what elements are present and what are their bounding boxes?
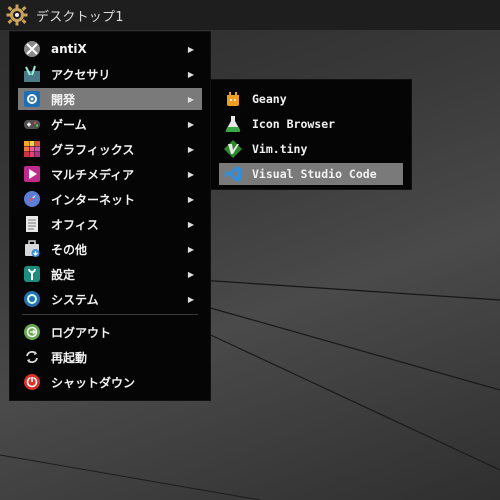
menu-item-shutdown[interactable]: シャットダウン bbox=[18, 371, 202, 393]
chevron-right-icon: ▶ bbox=[187, 219, 195, 229]
reboot-icon bbox=[23, 348, 41, 366]
development-icon bbox=[23, 90, 41, 108]
chevron-right-icon: ▶ bbox=[187, 144, 195, 154]
menu-item-office[interactable]: オフィス ▶ bbox=[18, 213, 202, 235]
icon-browser-icon bbox=[224, 115, 242, 133]
main-menu: antiX ▶ アクセサリ ▶ 開発 ▶ ゲーム ▶ グラフィックス ▶ マルチ bbox=[10, 32, 210, 400]
system-icon bbox=[23, 290, 41, 308]
chevron-right-icon: ▶ bbox=[187, 194, 195, 204]
logout-icon bbox=[23, 323, 41, 341]
chevron-right-icon: ▶ bbox=[187, 44, 195, 54]
settings-icon bbox=[23, 265, 41, 283]
menu-item-logout[interactable]: ログアウト bbox=[18, 321, 202, 343]
other-icon bbox=[23, 240, 41, 258]
menu-item-multimedia[interactable]: マルチメディア ▶ bbox=[18, 163, 202, 185]
shutdown-icon bbox=[23, 373, 41, 391]
chevron-right-icon: ▶ bbox=[187, 244, 195, 254]
chevron-right-icon: ▶ bbox=[187, 119, 195, 129]
chevron-right-icon: ▶ bbox=[187, 169, 195, 179]
submenu-item-vim[interactable]: Vim.tiny bbox=[219, 138, 403, 160]
multimedia-icon bbox=[23, 165, 41, 183]
menu-item-graphics[interactable]: グラフィックス ▶ bbox=[18, 138, 202, 160]
antix-gear-logo-icon[interactable] bbox=[4, 2, 30, 28]
geany-icon bbox=[224, 90, 242, 108]
top-bar: デスクトップ1 bbox=[0, 0, 500, 30]
accessories-icon bbox=[23, 65, 41, 83]
menu-item-settings[interactable]: 設定 ▶ bbox=[18, 263, 202, 285]
desktop-title: デスクトップ1 bbox=[36, 9, 124, 25]
menu-item-antix[interactable]: antiX ▶ bbox=[18, 38, 202, 60]
menu-item-other[interactable]: その他 ▶ bbox=[18, 238, 202, 260]
gamepad-icon bbox=[23, 115, 41, 133]
menu-item-system[interactable]: システム ▶ bbox=[18, 288, 202, 310]
chevron-right-icon: ▶ bbox=[187, 69, 195, 79]
menu-item-games[interactable]: ゲーム ▶ bbox=[18, 113, 202, 135]
development-submenu: Geany Icon Browser Vim.tiny Visual Studi… bbox=[211, 80, 411, 189]
menu-item-internet[interactable]: インターネット ▶ bbox=[18, 188, 202, 210]
chevron-right-icon: ▶ bbox=[187, 294, 195, 304]
menu-separator bbox=[22, 314, 198, 315]
antix-icon bbox=[23, 40, 41, 58]
submenu-item-vscode[interactable]: Visual Studio Code bbox=[219, 163, 403, 185]
chevron-right-icon: ▶ bbox=[187, 269, 195, 279]
vim-icon bbox=[224, 140, 242, 158]
vscode-icon bbox=[224, 165, 242, 183]
menu-item-development[interactable]: 開発 ▶ bbox=[18, 88, 202, 110]
menu-item-accessories[interactable]: アクセサリ ▶ bbox=[18, 63, 202, 85]
graphics-icon bbox=[23, 140, 41, 158]
office-icon bbox=[23, 215, 41, 233]
menu-item-reboot[interactable]: 再起動 bbox=[18, 346, 202, 368]
internet-icon bbox=[23, 190, 41, 208]
submenu-item-icon-browser[interactable]: Icon Browser bbox=[219, 113, 403, 135]
chevron-right-icon: ▶ bbox=[187, 94, 195, 104]
submenu-item-geany[interactable]: Geany bbox=[219, 88, 403, 110]
